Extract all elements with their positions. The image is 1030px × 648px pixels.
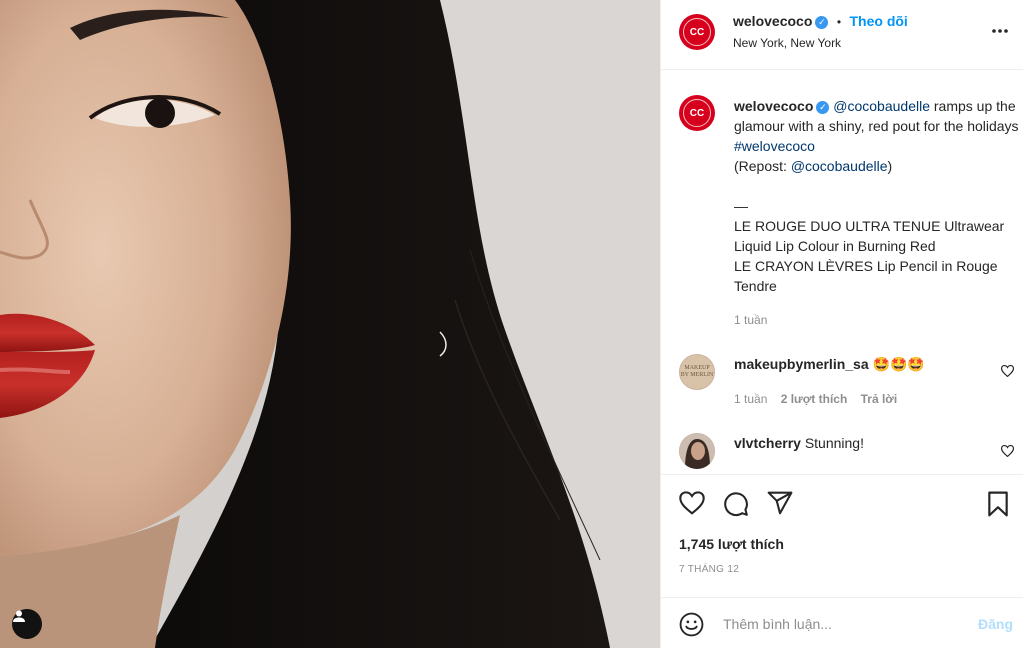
comment-text: Stunning! [804,435,864,451]
verified-badge-icon: ✓ [815,16,829,29]
smiley-icon [679,612,704,637]
user-icon [13,610,25,622]
post-sidebar: CC welovecoco ✓ • Theo dõi New York, New … [660,0,1030,648]
more-horizontal-icon [992,29,1008,33]
save-button[interactable] [987,491,1009,522]
share-icon [767,491,793,515]
repost-mention[interactable]: @cocobaudelle [791,158,888,174]
author-username[interactable]: welovecoco [733,13,812,29]
share-button[interactable] [767,491,793,520]
heart-icon [679,491,705,515]
comment-2: vlvtcherry Stunning! [734,435,864,451]
repost-suffix: ) [887,158,893,174]
caption-time[interactable]: 1 tuần [734,313,767,327]
comment-username[interactable]: makeupbymerlin_sa [734,356,869,372]
caption-hashtag[interactable]: #welovecoco [734,138,815,154]
like-button[interactable] [679,491,705,520]
verified-badge-icon: ✓ [816,101,830,114]
more-options-button[interactable] [991,18,1009,39]
caption-mention[interactable]: @cocobaudelle [833,98,930,114]
repost-prefix: (Repost: [734,158,791,174]
comment-avatar[interactable] [679,433,715,469]
post-image[interactable] [0,0,660,648]
caption-avatar[interactable]: CC [679,95,715,131]
comment-like-button[interactable] [1000,444,1015,462]
caption-username[interactable]: welovecoco [734,98,813,114]
caption-dash: — [734,198,748,214]
comment-button[interactable] [723,491,749,522]
post-comment-button[interactable]: Đăng [978,616,1013,632]
caption: welovecoco ✓ @cocobaudelle ramps up the g… [734,96,1019,296]
brand-logo: CC [689,107,705,119]
follow-button[interactable]: Theo dõi [849,13,907,29]
comment-reply-button[interactable]: Trả lời [861,392,898,406]
like-count[interactable]: 1,745 lượt thích [679,536,784,552]
user-tag-button[interactable] [12,609,42,639]
comment-input[interactable]: Thêm bình luận... [723,616,832,632]
post-actions: 1,745 lượt thích 7 THÁNG 12 [661,474,1023,594]
caption-product-1: LE ROUGE DUO ULTRA TENUE Ultrawear Liqui… [734,218,1005,254]
comment-time[interactable]: 1 tuần [734,392,767,406]
comment-avatar[interactable]: MAKEUP BY MERLIN [679,354,715,390]
post-date[interactable]: 7 THÁNG 12 [679,564,739,575]
heart-icon [1000,364,1015,378]
comment-text: 🤩🤩🤩 [872,356,925,372]
header-separator: • [836,15,842,29]
brand-logo: CC [689,26,705,38]
comment-like-button[interactable] [1000,364,1015,382]
heart-icon [1000,444,1015,458]
comment-likes[interactable]: 2 lượt thích [781,392,848,406]
post-header: CC welovecoco ✓ • Theo dõi New York, New … [661,0,1023,70]
bookmark-icon [988,491,1008,517]
emoji-button[interactable] [679,612,704,642]
author-avatar[interactable]: CC [679,14,715,50]
comment-meta: 1 tuần 2 lượt thích Trả lời [734,392,897,406]
comment-1: makeupbymerlin_sa 🤩🤩🤩 [734,356,925,373]
comment-icon [724,492,748,517]
portrait-illustration [0,0,660,648]
add-comment-bar: Thêm bình luận... Đăng [661,597,1023,648]
caption-product-2: LE CRAYON LÈVRES Lip Pencil in Rouge Ten… [734,258,998,294]
comment-username[interactable]: vlvtcherry [734,435,801,451]
post-location[interactable]: New York, New York [733,36,841,50]
